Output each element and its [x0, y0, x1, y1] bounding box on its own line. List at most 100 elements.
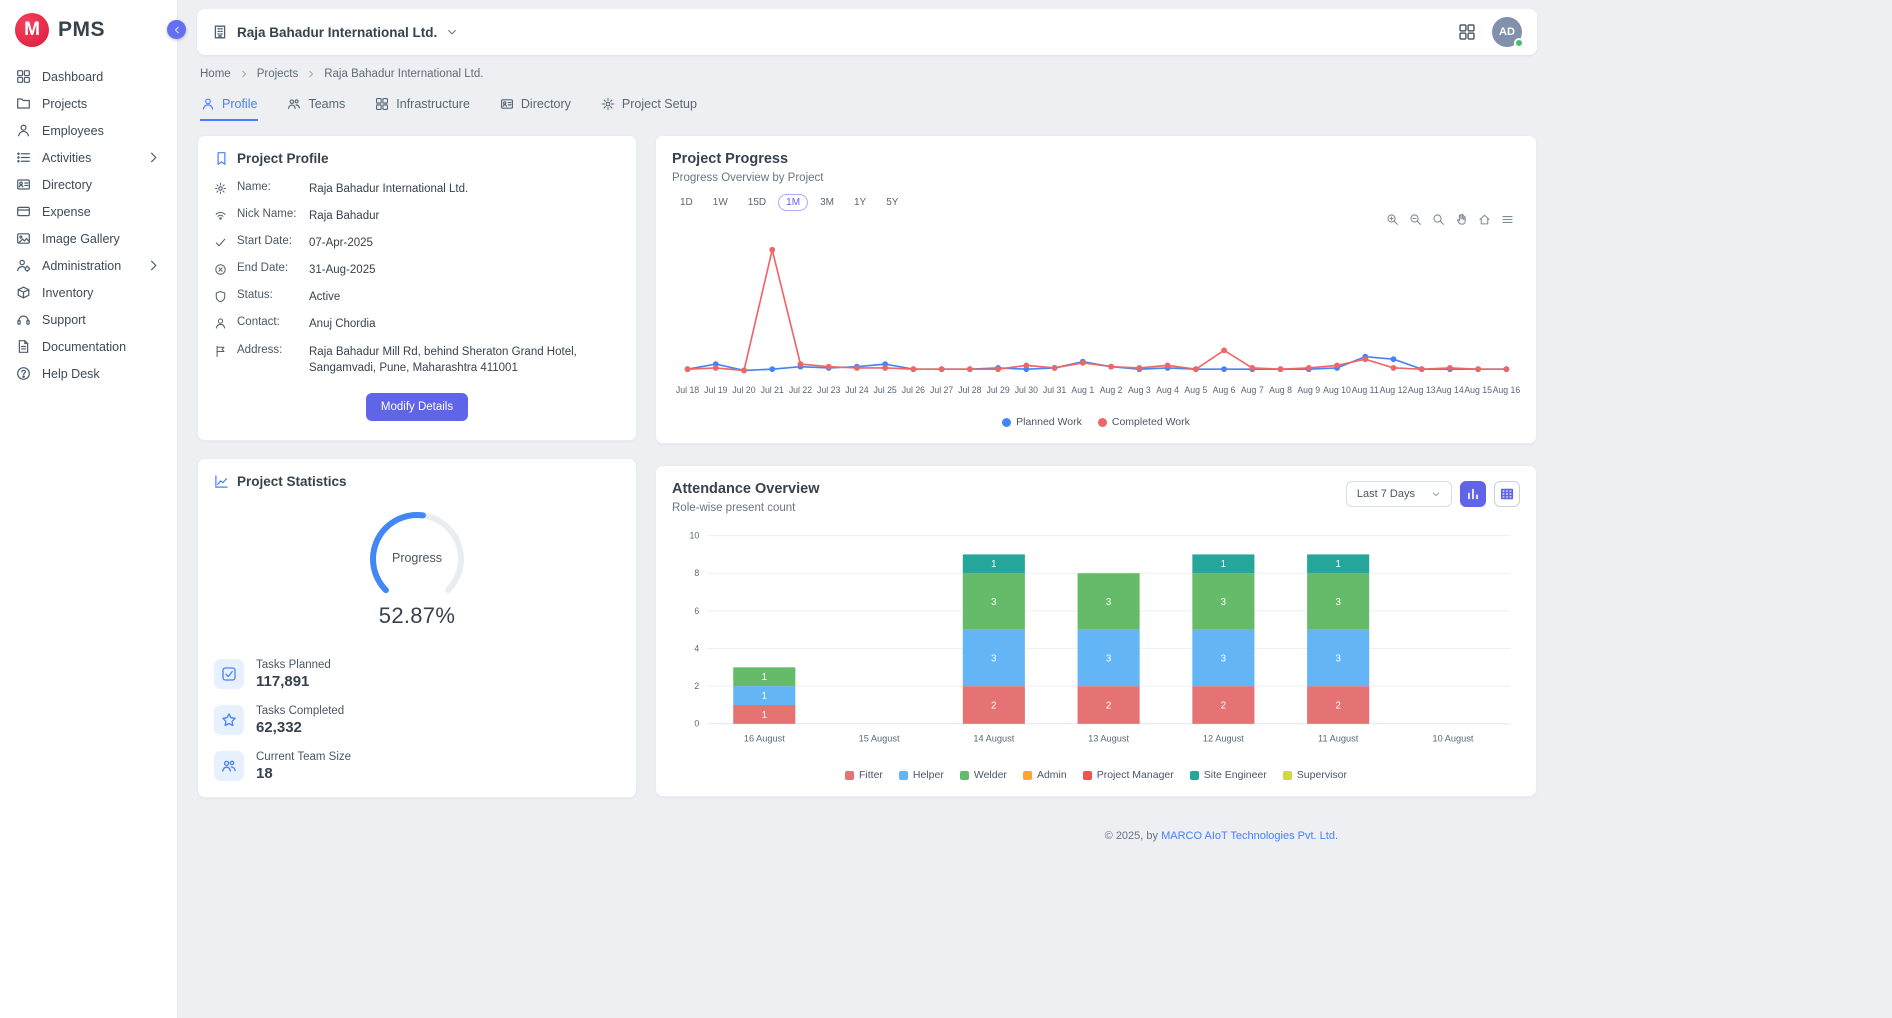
sidebar-item-employees[interactable]: Employees — [0, 117, 177, 144]
legend-planned-work[interactable]: Planned Work — [1002, 416, 1082, 428]
stat-icon-box — [214, 659, 244, 689]
check-icon — [214, 236, 227, 249]
date-range-select[interactable]: Last 7 Days — [1346, 481, 1452, 507]
tab-directory[interactable]: Directory — [499, 88, 572, 121]
apps-icon[interactable] — [1458, 23, 1476, 41]
sidebar-item-label: Documentation — [42, 340, 126, 354]
legend-label: Supervisor — [1297, 769, 1347, 781]
zoom-out-icon[interactable] — [1409, 213, 1422, 226]
svg-text:Jul 31: Jul 31 — [1043, 385, 1066, 395]
breadcrumb-item-projects[interactable]: Projects — [257, 68, 299, 80]
svg-text:Aug 10: Aug 10 — [1323, 385, 1351, 395]
sidebar-item-activities[interactable]: Activities — [0, 144, 177, 171]
attendance-plot[interactable]: 024681011116 August15 August233114 Augus… — [672, 522, 1520, 763]
line-chart-host: Jul 18Jul 19Jul 20Jul 21Jul 22Jul 23Jul … — [672, 228, 1520, 410]
range-button-5y[interactable]: 5Y — [878, 194, 906, 211]
sidebar-item-expense[interactable]: Expense — [0, 198, 177, 225]
sidebar-item-directory[interactable]: Directory — [0, 171, 177, 198]
legend-label: Site Engineer — [1204, 769, 1267, 781]
range-button-1y[interactable]: 1Y — [846, 194, 874, 211]
chart-view-button[interactable] — [1460, 481, 1486, 507]
folder-icon — [16, 96, 31, 111]
field-value: Active — [309, 289, 340, 305]
legend-fitter[interactable]: Fitter — [845, 769, 883, 781]
range-button-1w[interactable]: 1W — [705, 194, 736, 211]
legend-helper[interactable]: Helper — [899, 769, 944, 781]
legend-label: Completed Work — [1112, 416, 1190, 428]
profile-fields: Name: Raja Bahadur International Ltd. Ni… — [214, 181, 620, 376]
sidebar-collapse-button[interactable] — [167, 20, 186, 39]
progress-chart-subtitle: Progress Overview by Project — [672, 172, 1520, 184]
id-card-icon — [16, 177, 31, 192]
svg-text:8: 8 — [694, 569, 699, 579]
content: Project Profile Name: Raja Bahadur Inter… — [197, 135, 1537, 852]
svg-text:3: 3 — [1335, 654, 1340, 665]
svg-text:13 August: 13 August — [1088, 734, 1129, 744]
sidebar-item-administration[interactable]: Administration — [0, 252, 177, 279]
sidebar-item-label: Image Gallery — [42, 232, 120, 246]
sidebar-item-image-gallery[interactable]: Image Gallery — [0, 225, 177, 252]
menu-icon[interactable] — [1501, 213, 1514, 226]
person-gear-icon — [16, 258, 31, 273]
range-button-3m[interactable]: 3M — [812, 194, 842, 211]
legend-admin[interactable]: Admin — [1023, 769, 1067, 781]
sidebar-item-support[interactable]: Support — [0, 306, 177, 333]
search-icon[interactable] — [1432, 213, 1445, 226]
svg-text:Aug 8: Aug 8 — [1269, 385, 1292, 395]
line-chart-legend: Planned Work Completed Work — [672, 416, 1520, 428]
range-button-1d[interactable]: 1D — [672, 194, 701, 211]
sidebar-item-projects[interactable]: Projects — [0, 90, 177, 117]
legend-site-engineer[interactable]: Site Engineer — [1190, 769, 1267, 781]
sidebar-item-label: Projects — [42, 97, 87, 111]
sidebar-item-label: Administration — [42, 259, 121, 273]
svg-text:Aug 5: Aug 5 — [1184, 385, 1207, 395]
sidebar-item-inventory[interactable]: Inventory — [0, 279, 177, 306]
breadcrumb-item-home[interactable]: Home — [200, 68, 231, 80]
field-value: 31-Aug-2025 — [309, 262, 376, 278]
person-icon — [16, 123, 31, 138]
logo: M PMS — [0, 0, 177, 58]
sidebar-item-documentation[interactable]: Documentation — [0, 333, 177, 360]
hand-icon[interactable] — [1455, 213, 1468, 226]
svg-text:3: 3 — [991, 597, 996, 608]
tab-teams[interactable]: Teams — [286, 88, 346, 121]
svg-text:Aug 13: Aug 13 — [1408, 385, 1436, 395]
sidebar-item-label: Employees — [42, 124, 104, 138]
company-selector[interactable]: Raja Bahadur International Ltd. — [212, 24, 458, 40]
project-progress-plot[interactable]: Jul 18Jul 19Jul 20Jul 21Jul 22Jul 23Jul … — [672, 228, 1520, 410]
sidebar-item-help-desk[interactable]: Help Desk — [0, 360, 177, 387]
legend-supervisor[interactable]: Supervisor — [1283, 769, 1347, 781]
tab-project-setup[interactable]: Project Setup — [600, 88, 698, 121]
svg-text:10: 10 — [689, 531, 699, 541]
legend-project-manager[interactable]: Project Manager — [1083, 769, 1174, 781]
svg-text:14 August: 14 August — [973, 734, 1014, 744]
sidebar-item-dashboard[interactable]: Dashboard — [0, 63, 177, 90]
legend-label: Admin — [1037, 769, 1067, 781]
sidebar-item-label: Support — [42, 313, 86, 327]
people-icon — [221, 758, 237, 774]
legend-completed-work[interactable]: Completed Work — [1098, 416, 1190, 428]
breadcrumb: HomeProjectsRaja Bahadur International L… — [197, 55, 1537, 80]
svg-text:10 August: 10 August — [1432, 734, 1473, 744]
chevron-right-icon — [146, 258, 161, 273]
zoom-in-icon[interactable] — [1386, 213, 1399, 226]
profile-field-contact: Contact: Anuj Chordia — [214, 316, 620, 332]
range-buttons: 1D1W15D1M3M1Y5Y — [672, 194, 1520, 211]
field-label: Contact: — [237, 316, 299, 328]
tab-infrastructure[interactable]: Infrastructure — [374, 88, 471, 121]
avatar[interactable]: AD — [1492, 17, 1522, 47]
sidebar-item-label: Help Desk — [42, 367, 100, 381]
range-button-1m[interactable]: 1M — [778, 194, 808, 211]
legend-label: Project Manager — [1097, 769, 1174, 781]
table-view-button[interactable] — [1494, 481, 1520, 507]
range-button-15d[interactable]: 15D — [740, 194, 774, 211]
svg-text:Aug 14: Aug 14 — [1436, 385, 1464, 395]
svg-text:1: 1 — [762, 673, 767, 684]
tab-label: Profile — [222, 97, 257, 111]
home-icon[interactable] — [1478, 213, 1491, 226]
modify-details-button[interactable]: Modify Details — [366, 393, 468, 421]
legend-swatch — [1023, 771, 1032, 780]
footer-company-link[interactable]: MARCO AIoT Technologies Pvt. Ltd. — [1161, 830, 1338, 842]
legend-welder[interactable]: Welder — [960, 769, 1007, 781]
tab-profile[interactable]: Profile — [200, 88, 258, 121]
